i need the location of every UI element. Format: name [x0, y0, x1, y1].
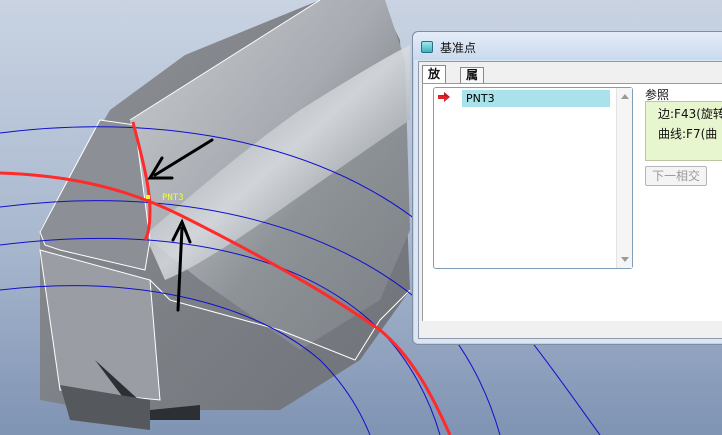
references-list[interactable]: 边:F43(旋转 曲线:F7(曲	[645, 101, 722, 161]
scroll-up-icon[interactable]	[621, 94, 629, 99]
red-arrow-icon	[438, 92, 450, 102]
datum-point-tag[interactable]: PNT3	[162, 193, 184, 203]
tab-placement[interactable]: 放置	[422, 65, 447, 98]
datum-point-marker[interactable]	[146, 195, 150, 199]
datum-point-list[interactable]: PNT3	[433, 87, 633, 269]
dialog-button-bar	[419, 321, 722, 338]
tab-properties[interactable]: 属性	[460, 67, 485, 97]
list-item-label: PNT3	[466, 92, 495, 105]
reference-edge[interactable]: 边:F43(旋转	[658, 105, 722, 122]
next-intersection-button[interactable]: 下一相交	[645, 166, 707, 186]
dialog-client: 放置 属性 PNT3 参照 边:F43(旋转 曲线:F7(曲	[418, 61, 722, 339]
datum-point-icon	[421, 41, 433, 53]
dialog-titlebar[interactable]: 基准点	[413, 32, 722, 60]
dialog-title: 基准点	[440, 41, 477, 55]
scroll-down-icon[interactable]	[621, 257, 629, 262]
reference-curve[interactable]: 曲线:F7(曲	[658, 125, 717, 142]
datum-point-dialog[interactable]: 基准点 放置 属性 PNT3 参照 边:F43(	[412, 31, 722, 345]
placement-panel: PNT3 参照 边:F43(旋转 曲线:F7(曲 下一相交	[422, 83, 722, 322]
list-item-pnt3[interactable]: PNT3	[462, 90, 610, 107]
list-scrollbar[interactable]	[616, 88, 632, 268]
